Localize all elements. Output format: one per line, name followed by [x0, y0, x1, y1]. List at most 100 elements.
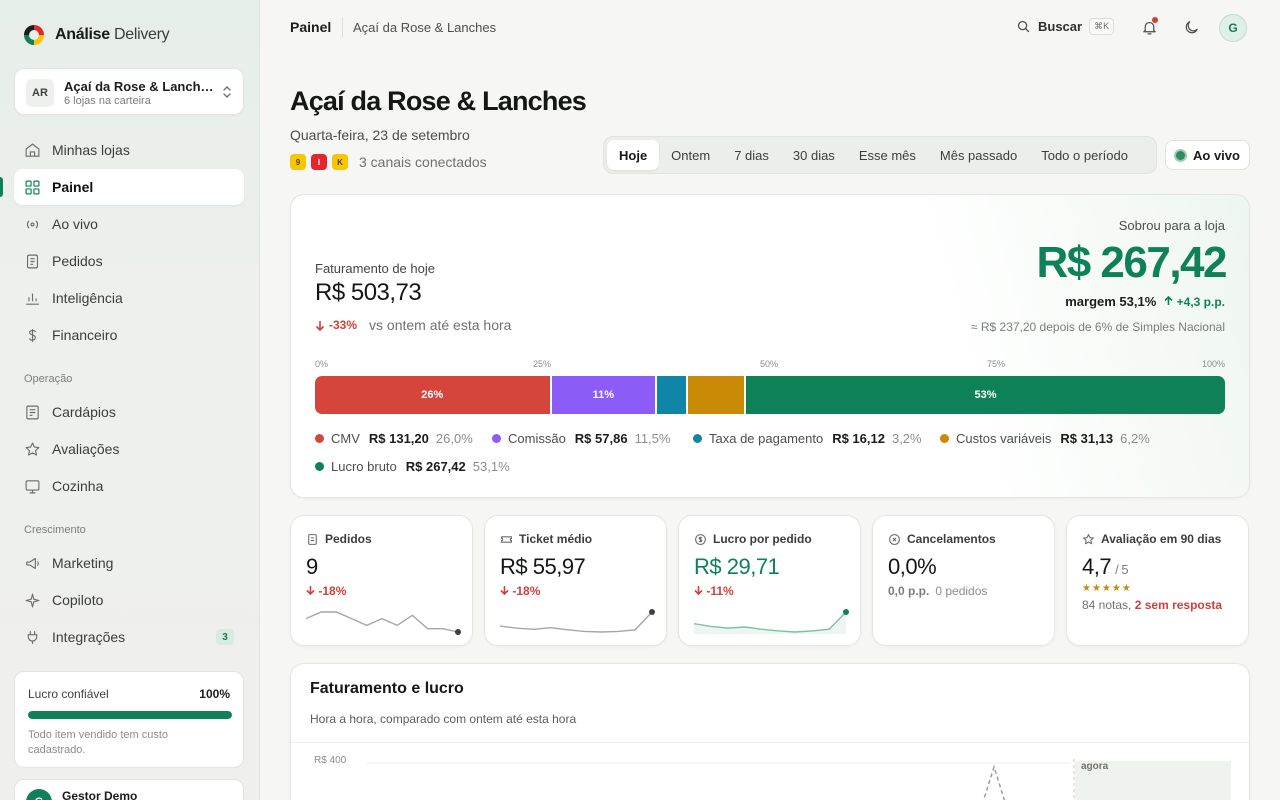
store-icon	[25, 142, 40, 157]
notification-dot	[1152, 17, 1158, 23]
arrow-down-icon	[315, 320, 325, 331]
revenue-value: R$ 503,73	[315, 279, 422, 306]
kpi-header: Lucro por pedido	[694, 532, 812, 546]
legend-item-custos-variaveis: Custos variáveis R$ 31,13 6,2%	[940, 431, 1150, 446]
sidebar-item-financeiro[interactable]: Financeiro	[14, 317, 244, 353]
segment-comissao[interactable]: 11%	[551, 376, 656, 414]
profit-summary-card: Faturamento de hoje R$ 503,73 -33% vs on…	[290, 194, 1250, 498]
search-button[interactable]: Buscar ⌘K	[1016, 18, 1115, 35]
sparkline-endpoint	[455, 629, 461, 635]
period-option-ontem[interactable]: Ontem	[659, 140, 722, 170]
brand[interactable]: Análise Delivery	[22, 23, 170, 47]
user-menu[interactable]: G Gestor Demo	[14, 779, 244, 800]
legend-item-lucro-bruto: Lucro bruto R$ 267,42 53,1%	[315, 459, 510, 474]
cancel-circle-icon	[889, 533, 900, 545]
sidebar-item-cozinha[interactable]: Cozinha	[14, 468, 244, 504]
channels-label: 3 canais conectados	[359, 154, 487, 170]
sidebar-item-ao-vivo[interactable]: Ao vivo	[14, 206, 244, 242]
period-option-esse-mes[interactable]: Esse mês	[847, 140, 928, 170]
page-title: Açaí da Rose & Lanches	[290, 86, 587, 116]
broadcast-icon	[26, 220, 39, 228]
legend-item-cmv: CMV R$ 131,20 26,0%	[315, 431, 473, 446]
monitor-icon	[25, 479, 40, 493]
profit-trust-description: Todo item vendido tem custo cadastrado.	[28, 729, 169, 756]
sidebar-item-cardapios[interactable]: Cardápios	[14, 394, 244, 430]
sidebar-item-label: Painel	[52, 179, 94, 195]
segment-lucro-bruto[interactable]: 53%	[746, 376, 1225, 414]
kpi-value: 9	[306, 554, 318, 579]
axis-tick-label: 50%	[760, 359, 779, 369]
rating-stars-icon: ★★★★★	[1082, 583, 1132, 594]
revenue-profit-chart-card: Faturamento e lucro Hora a hora, compara…	[290, 663, 1250, 800]
channel-badge: 9	[290, 154, 306, 170]
segment-taxa-pagamento[interactable]	[657, 376, 687, 414]
period-option-hoje[interactable]: Hoje	[607, 140, 660, 170]
yesterday-line	[982, 764, 1006, 800]
profit-trust-card: Lucro confiável 100% Todo item vendido t…	[14, 671, 244, 768]
kpi-header: Avaliação em 90 dias	[1082, 532, 1221, 546]
brand-logo-icon	[24, 25, 44, 45]
sidebar-item-inteligencia[interactable]: Inteligência	[14, 280, 244, 316]
receipt-icon	[26, 254, 39, 268]
connected-channels: 9 I K 3 canais conectados	[290, 154, 487, 170]
sparkline-endpoint	[843, 609, 849, 615]
live-indicator-icon	[1174, 148, 1187, 162]
ticket-icon	[501, 535, 512, 543]
page-date: Quarta-feira, 23 de setembro	[290, 127, 470, 143]
search-icon	[1017, 20, 1030, 33]
pending-reviews-link[interactable]: 2 sem resposta	[1135, 598, 1222, 612]
kpi-card-avaliacao[interactable]: Avaliação em 90 dias 4,7/ 5 ★★★★★ 84 not…	[1066, 515, 1249, 646]
account-avatar[interactable]: G	[1219, 14, 1247, 42]
profit-trust-progress	[28, 711, 232, 719]
live-button[interactable]: Ao vivo	[1165, 140, 1250, 170]
sidebar-item-integracoes[interactable]: Integrações 3	[14, 619, 244, 655]
review-summary: 84 notas, 2 sem resposta	[1082, 598, 1223, 612]
kpi-card-lucro-por-pedido[interactable]: Lucro por pedido R$ 29,71 -11%	[678, 515, 861, 646]
sidebar-item-label: Integrações	[52, 629, 126, 645]
segment-cmv[interactable]: 26%	[315, 376, 550, 414]
moon-icon[interactable]	[1183, 19, 1200, 36]
kpi-delta: -11%	[694, 584, 734, 598]
sidebar-item-label: Copiloto	[52, 592, 104, 608]
star-icon	[1083, 533, 1094, 544]
store-name: Açaí da Rose & Lanches	[64, 79, 214, 94]
sidebar-item-copiloto[interactable]: Copiloto	[14, 582, 244, 618]
sidebar-item-marketing[interactable]: Marketing	[14, 545, 244, 581]
active-indicator	[0, 177, 3, 197]
sparkline-endpoint	[649, 609, 655, 615]
period-option-todo-periodo[interactable]: Todo o período	[1029, 140, 1140, 170]
period-option-30-dias[interactable]: 30 dias	[781, 140, 847, 170]
segment-custos-variaveis[interactable]	[688, 376, 745, 414]
sidebar-item-label: Marketing	[52, 555, 114, 571]
breadcrumb-root[interactable]: Painel	[290, 19, 331, 35]
profit-label: Sobrou para a loja	[1118, 218, 1225, 233]
breadcrumb-store: Açaí da Rose & Lanches	[353, 20, 497, 35]
margin-row: margem 53,1% +4,3 p.p.	[1065, 294, 1225, 309]
sidebar-item-painel[interactable]: Painel	[14, 169, 244, 205]
sidebar-item-avaliacoes[interactable]: Avaliações	[14, 431, 244, 467]
user-name: Gestor Demo	[62, 789, 138, 800]
menu-book-icon	[26, 405, 39, 419]
star-icon	[25, 442, 40, 456]
sidebar-item-label: Ao vivo	[52, 216, 98, 232]
sparkle-icon	[25, 593, 40, 607]
period-option-7-dias[interactable]: 7 dias	[722, 140, 781, 170]
kpi-card-pedidos[interactable]: Pedidos 9 -18%	[290, 515, 473, 646]
sidebar-item-pedidos[interactable]: Pedidos	[14, 243, 244, 279]
chart-title: Faturamento e lucro	[310, 680, 464, 697]
sidebar-item-label: Cardápios	[52, 404, 116, 420]
kpi-sparkline	[694, 609, 849, 634]
brand-name: Análise Delivery	[55, 26, 170, 43]
channel-badge: I	[311, 154, 327, 170]
sidebar-item-minhas-lojas[interactable]: Minhas lojas	[14, 132, 244, 168]
kpi-sparkline	[306, 611, 461, 635]
store-selector[interactable]: AR Açaí da Rose & Lanches 6 lojas na car…	[14, 68, 244, 115]
period-option-mes-passado[interactable]: Mês passado	[928, 140, 1029, 170]
sidebar: Análise Delivery AR Açaí da Rose & Lanch…	[0, 0, 260, 800]
kpi-card-ticket-medio[interactable]: Ticket médio R$ 55,97 -18%	[484, 515, 667, 646]
megaphone-icon	[26, 557, 39, 569]
axis-tick-label: 0%	[315, 359, 329, 369]
kpi-card-cancelamentos[interactable]: Cancelamentos 0,0% 0,0 p.p. 0 pedidos	[872, 515, 1055, 646]
bar-chart-icon	[26, 293, 39, 305]
revenue-delta: -33% vs ontem até esta hora	[315, 317, 511, 333]
